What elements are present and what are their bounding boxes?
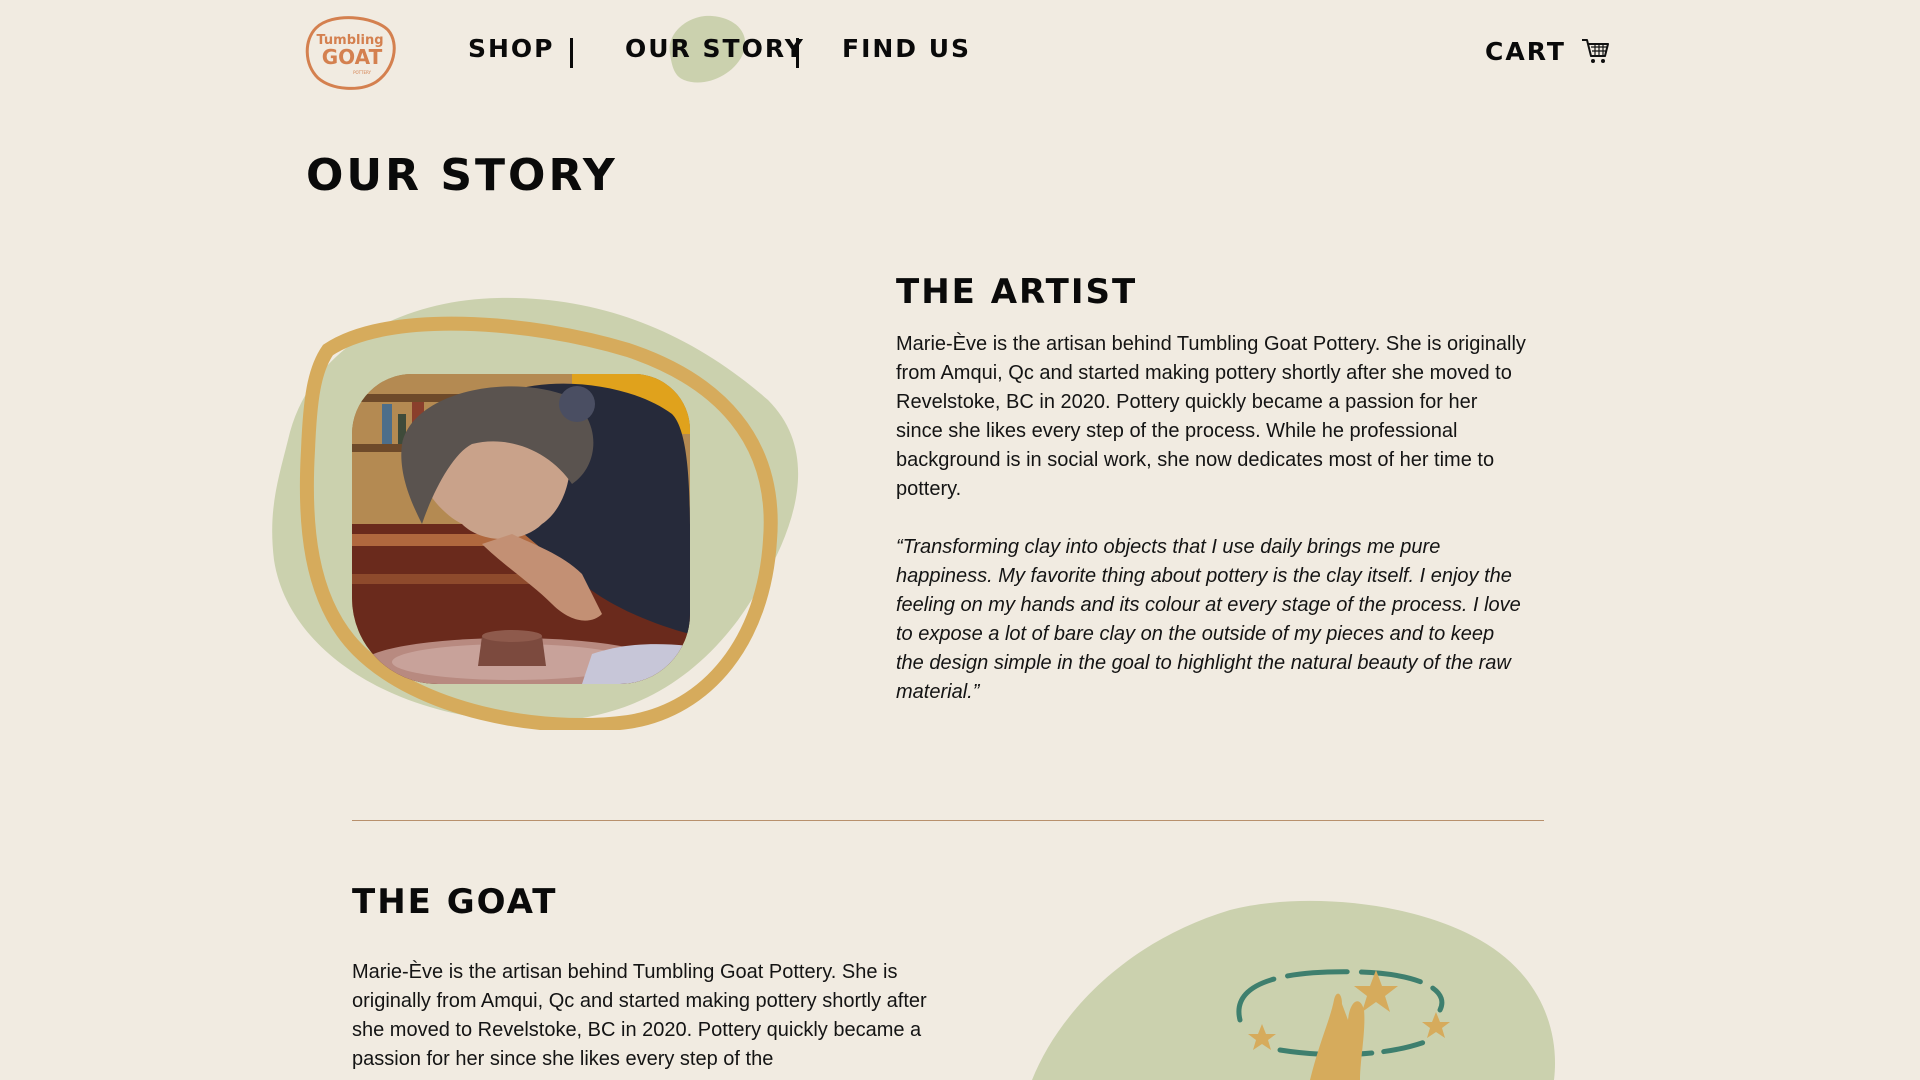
- section-divider: [352, 820, 1544, 821]
- artist-photo: [352, 374, 690, 684]
- artist-at-wheel-image: [352, 374, 690, 684]
- nav-shop[interactable]: SHOP: [468, 34, 555, 63]
- nav-our-story[interactable]: OUR STORY: [625, 34, 805, 63]
- cart-button[interactable]: CART: [1485, 36, 1610, 66]
- goat-section-heading: THE GOAT: [352, 882, 558, 922]
- logo-text-pottery: POTTERY: [353, 70, 371, 75]
- artist-quote: “Transforming clay into objects that I u…: [896, 536, 1521, 703]
- nav-separator: [796, 38, 799, 68]
- artist-section-heading: THE ARTIST: [896, 272, 1138, 312]
- cart-label: CART: [1485, 36, 1566, 66]
- goat-illustration: [1032, 900, 1556, 1080]
- nav-separator: [570, 38, 573, 68]
- goat-bio: Marie-Ève is the artisan behind Tumbling…: [352, 961, 927, 1070]
- tumbling-goat-logo[interactable]: Tumbling GOAT POTTERY: [302, 14, 398, 90]
- nav-find-us[interactable]: FIND US: [842, 34, 971, 63]
- artist-bio: Marie-Ève is the artisan behind Tumbling…: [896, 333, 1526, 500]
- logo-text-goat: GOAT: [322, 45, 383, 69]
- shopping-cart-icon: [1581, 39, 1609, 63]
- page-title: OUR STORY: [306, 150, 618, 201]
